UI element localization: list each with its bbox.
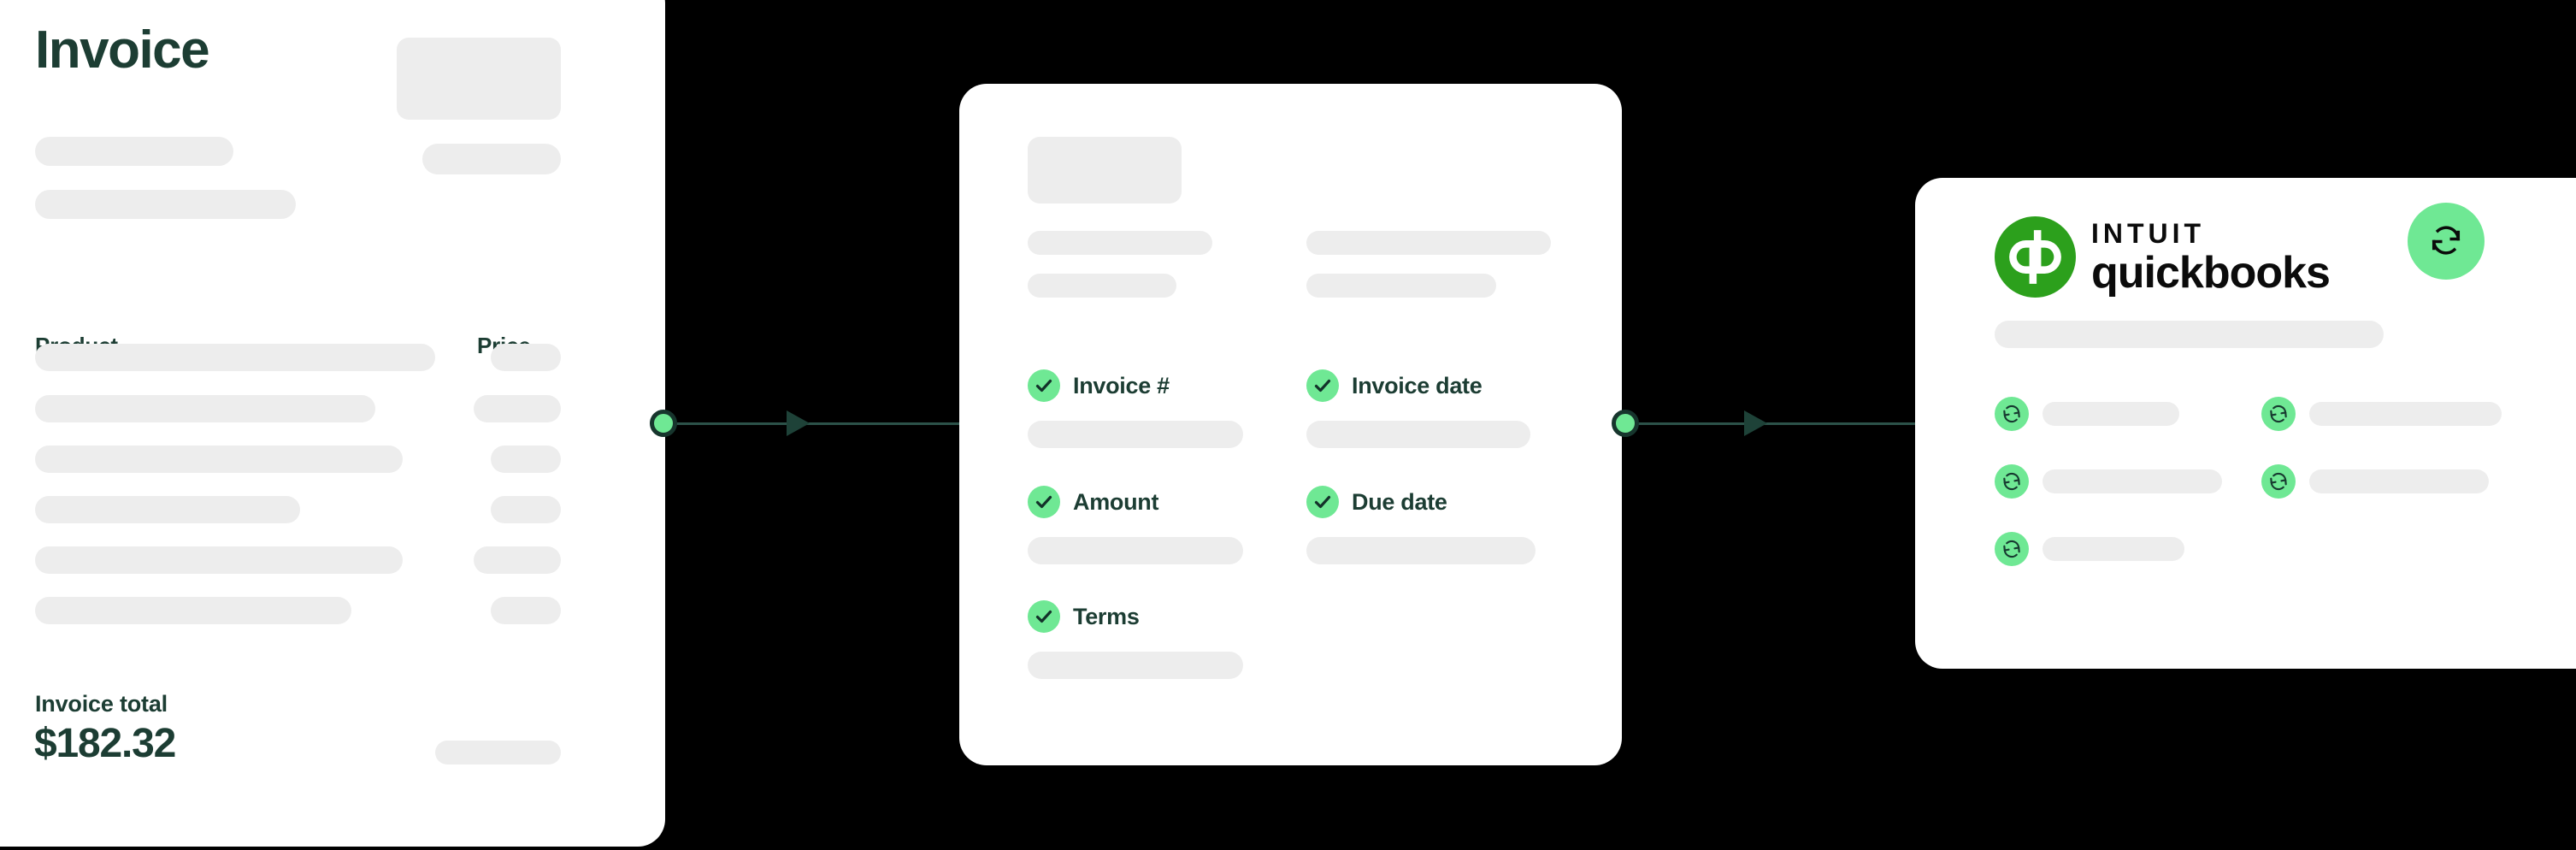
invoice-logo-placeholder (397, 38, 561, 120)
sync-row-placeholder (2043, 402, 2179, 426)
connector-extract-to-quickbooks (1612, 398, 1941, 449)
sync-row-placeholder (2309, 469, 2489, 493)
list-item (2261, 464, 2489, 499)
product-name-placeholder (35, 395, 375, 422)
field-label: Terms (1073, 603, 1140, 629)
invoice-footer-placeholder (435, 741, 561, 764)
connector-line (663, 422, 992, 425)
list-item (2261, 397, 2502, 431)
check-icon (1306, 369, 1339, 402)
quickbooks-wordmark: INTUIT quickbooks (2091, 217, 2331, 298)
check-icon (1306, 486, 1339, 518)
sync-button[interactable] (2408, 203, 2485, 280)
check-icon (1028, 369, 1060, 402)
field-label: Invoice # (1073, 372, 1170, 398)
invoice-total-value: $182.32 (34, 721, 176, 766)
invoice-card: Invoice Product Price (0, 0, 665, 847)
field-value-placeholder-invoice-number (1028, 421, 1243, 448)
invoice-address-placeholder-1 (35, 137, 233, 166)
sync-icon (2261, 397, 2296, 431)
list-item (1995, 532, 2184, 566)
product-price-placeholder (491, 344, 561, 371)
page-title: Invoice (35, 21, 210, 80)
extract-logo-placeholder (1028, 137, 1182, 204)
field-amount: Amount (1028, 486, 1158, 518)
extract-header-placeholder-2 (1028, 274, 1176, 298)
connector-node-icon (650, 410, 677, 437)
quickbooks-brand-text: quickbooks (2091, 247, 2331, 298)
product-name-placeholder (35, 446, 403, 473)
product-name-placeholder (35, 546, 403, 574)
invoice-total-label: Invoice total (35, 691, 168, 717)
invoice-meta-placeholder-1 (422, 144, 561, 174)
arrow-right-icon (1744, 410, 1767, 436)
product-name-placeholder (35, 344, 435, 371)
field-value-placeholder-due-date (1306, 537, 1536, 564)
sync-icon (1995, 397, 2029, 431)
field-terms: Terms (1028, 600, 1140, 633)
diagram-canvas: Invoice Product Price (0, 0, 2576, 850)
field-due-date: Due date (1306, 486, 1447, 518)
product-price-placeholder (474, 395, 561, 422)
qb-monogram-icon (1995, 216, 2076, 298)
sync-icon (2427, 221, 2465, 262)
list-item (1995, 397, 2179, 431)
product-name-placeholder (35, 597, 351, 624)
product-name-placeholder (35, 496, 300, 523)
connector-line (1625, 422, 1941, 425)
arrow-right-icon (787, 410, 810, 436)
product-price-placeholder (474, 546, 561, 574)
sync-icon (1995, 464, 2029, 499)
extract-header-placeholder-4 (1306, 274, 1496, 298)
field-invoice-number: Invoice # (1028, 369, 1170, 402)
quickbooks-card: INTUIT quickbooks (1915, 178, 2576, 669)
check-icon (1028, 486, 1060, 518)
extracted-fields-card: Invoice # Invoice date Amount Due date T… (959, 84, 1622, 765)
quickbooks-logo: INTUIT quickbooks (1995, 216, 2331, 298)
quickbooks-summary-placeholder (1995, 321, 2384, 348)
sync-row-placeholder (2043, 537, 2184, 561)
product-price-placeholder (491, 496, 561, 523)
connector-node-icon (1612, 410, 1639, 437)
product-price-placeholder (491, 446, 561, 473)
invoice-address-placeholder-2 (35, 190, 296, 219)
sync-icon (1995, 532, 2029, 566)
product-price-placeholder (491, 597, 561, 624)
sync-row-placeholder (2043, 469, 2222, 493)
intuit-brand-text: INTUIT (2091, 217, 2206, 249)
field-label: Amount (1073, 488, 1159, 515)
field-value-placeholder-invoice-date (1306, 421, 1530, 448)
list-item (1995, 464, 2222, 499)
extract-header-placeholder-3 (1306, 231, 1551, 255)
field-value-placeholder-amount (1028, 537, 1243, 564)
check-icon (1028, 600, 1060, 633)
field-label: Due date (1352, 488, 1447, 515)
field-value-placeholder-terms (1028, 652, 1243, 679)
sync-row-placeholder (2309, 402, 2502, 426)
field-invoice-date: Invoice date (1306, 369, 1483, 402)
field-label: Invoice date (1352, 372, 1483, 398)
connector-invoice-to-extract (650, 398, 992, 449)
extract-header-placeholder-1 (1028, 231, 1212, 255)
sync-icon (2261, 464, 2296, 499)
